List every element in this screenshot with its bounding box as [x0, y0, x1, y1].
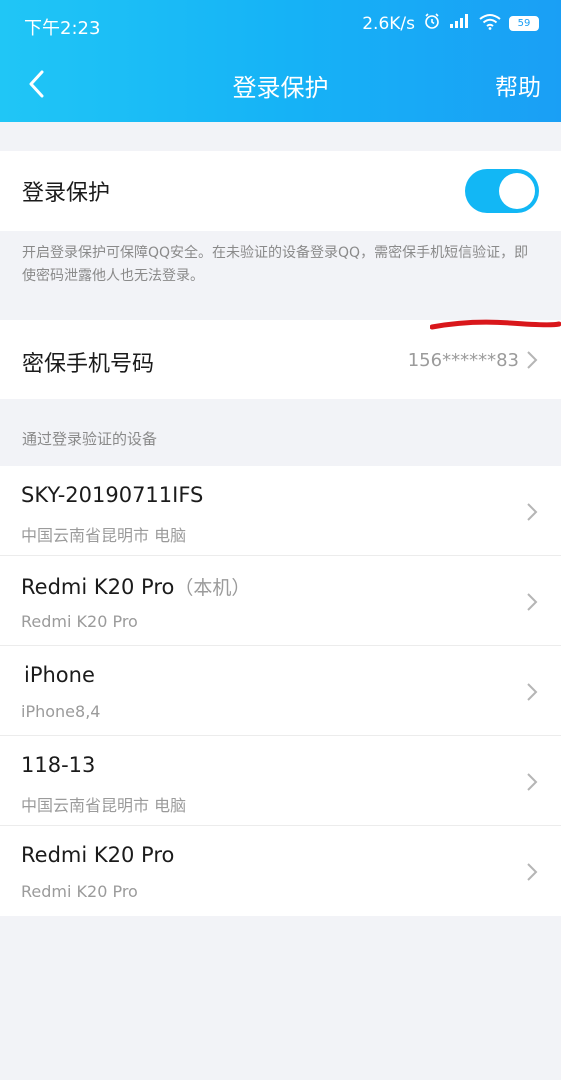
device-name: 118-13 — [21, 753, 96, 777]
status-bar: 下午2:23 2.6K/s 59 — [0, 0, 561, 50]
device-item[interactable]: 118-13 中国云南省昆明市 电脑 — [0, 736, 561, 826]
protection-description: 开启登录保护可保障QQ安全。在未验证的设备登录QQ，需密保手机短信验证，即使密码… — [22, 245, 529, 284]
device-name: SKY-20190711IFS — [21, 483, 204, 507]
toggle-knob — [499, 173, 535, 209]
devices-section-title: 通过登录验证的设备 — [22, 430, 158, 448]
wifi-icon — [479, 13, 501, 35]
redaction-mark — [430, 319, 561, 330]
app-header: 下午2:23 2.6K/s 59 登录保护 帮助 — [0, 0, 561, 122]
phone-label: 密保手机号码 — [22, 352, 155, 377]
chevron-right-icon — [527, 863, 538, 881]
chevron-right-icon — [527, 593, 538, 611]
device-name: iPhone — [24, 663, 95, 687]
device-name: Redmi K20 Pro — [21, 843, 175, 867]
chevron-right-icon — [527, 503, 538, 521]
status-time: 下午2:23 — [24, 18, 101, 39]
nav-bar: 登录保护 帮助 — [0, 56, 561, 116]
device-model: iPhone8,4 — [21, 702, 101, 721]
device-model: Redmi K20 Pro — [21, 612, 138, 631]
device-location: 中国云南省昆明市 电脑 — [21, 526, 187, 545]
protection-toggle[interactable] — [465, 169, 539, 213]
device-location: 中国云南省昆明市 电脑 — [21, 796, 187, 815]
current-device-note: （本机） — [174, 577, 251, 599]
status-icons: 2.6K/s 59 — [362, 12, 539, 35]
protection-row: 登录保护 — [0, 151, 561, 231]
device-model: Redmi K20 Pro — [21, 882, 138, 901]
device-item[interactable]: Redmi K20 Pro Redmi K20 Pro — [0, 826, 561, 916]
page-title: 登录保护 — [232, 74, 329, 102]
phone-value: 156******83 — [407, 350, 519, 371]
net-speed: 2.6K/s — [362, 13, 415, 34]
help-button[interactable]: 帮助 — [495, 68, 541, 102]
device-item[interactable]: iPhone iPhone8,4 — [0, 646, 561, 736]
signal-icon — [449, 13, 471, 34]
chevron-right-icon — [527, 351, 538, 369]
device-item[interactable]: Redmi K20 Pro（本机） Redmi K20 Pro — [0, 556, 561, 646]
device-item[interactable]: SKY-20190711IFS 中国云南省昆明市 电脑 — [0, 466, 561, 556]
alarm-icon — [423, 12, 441, 35]
chevron-right-icon — [527, 773, 538, 791]
battery-icon: 59 — [509, 16, 539, 31]
device-name: Redmi K20 Pro（本机） — [21, 575, 251, 599]
chevron-right-icon — [527, 683, 538, 701]
protection-label: 登录保护 — [22, 181, 111, 206]
